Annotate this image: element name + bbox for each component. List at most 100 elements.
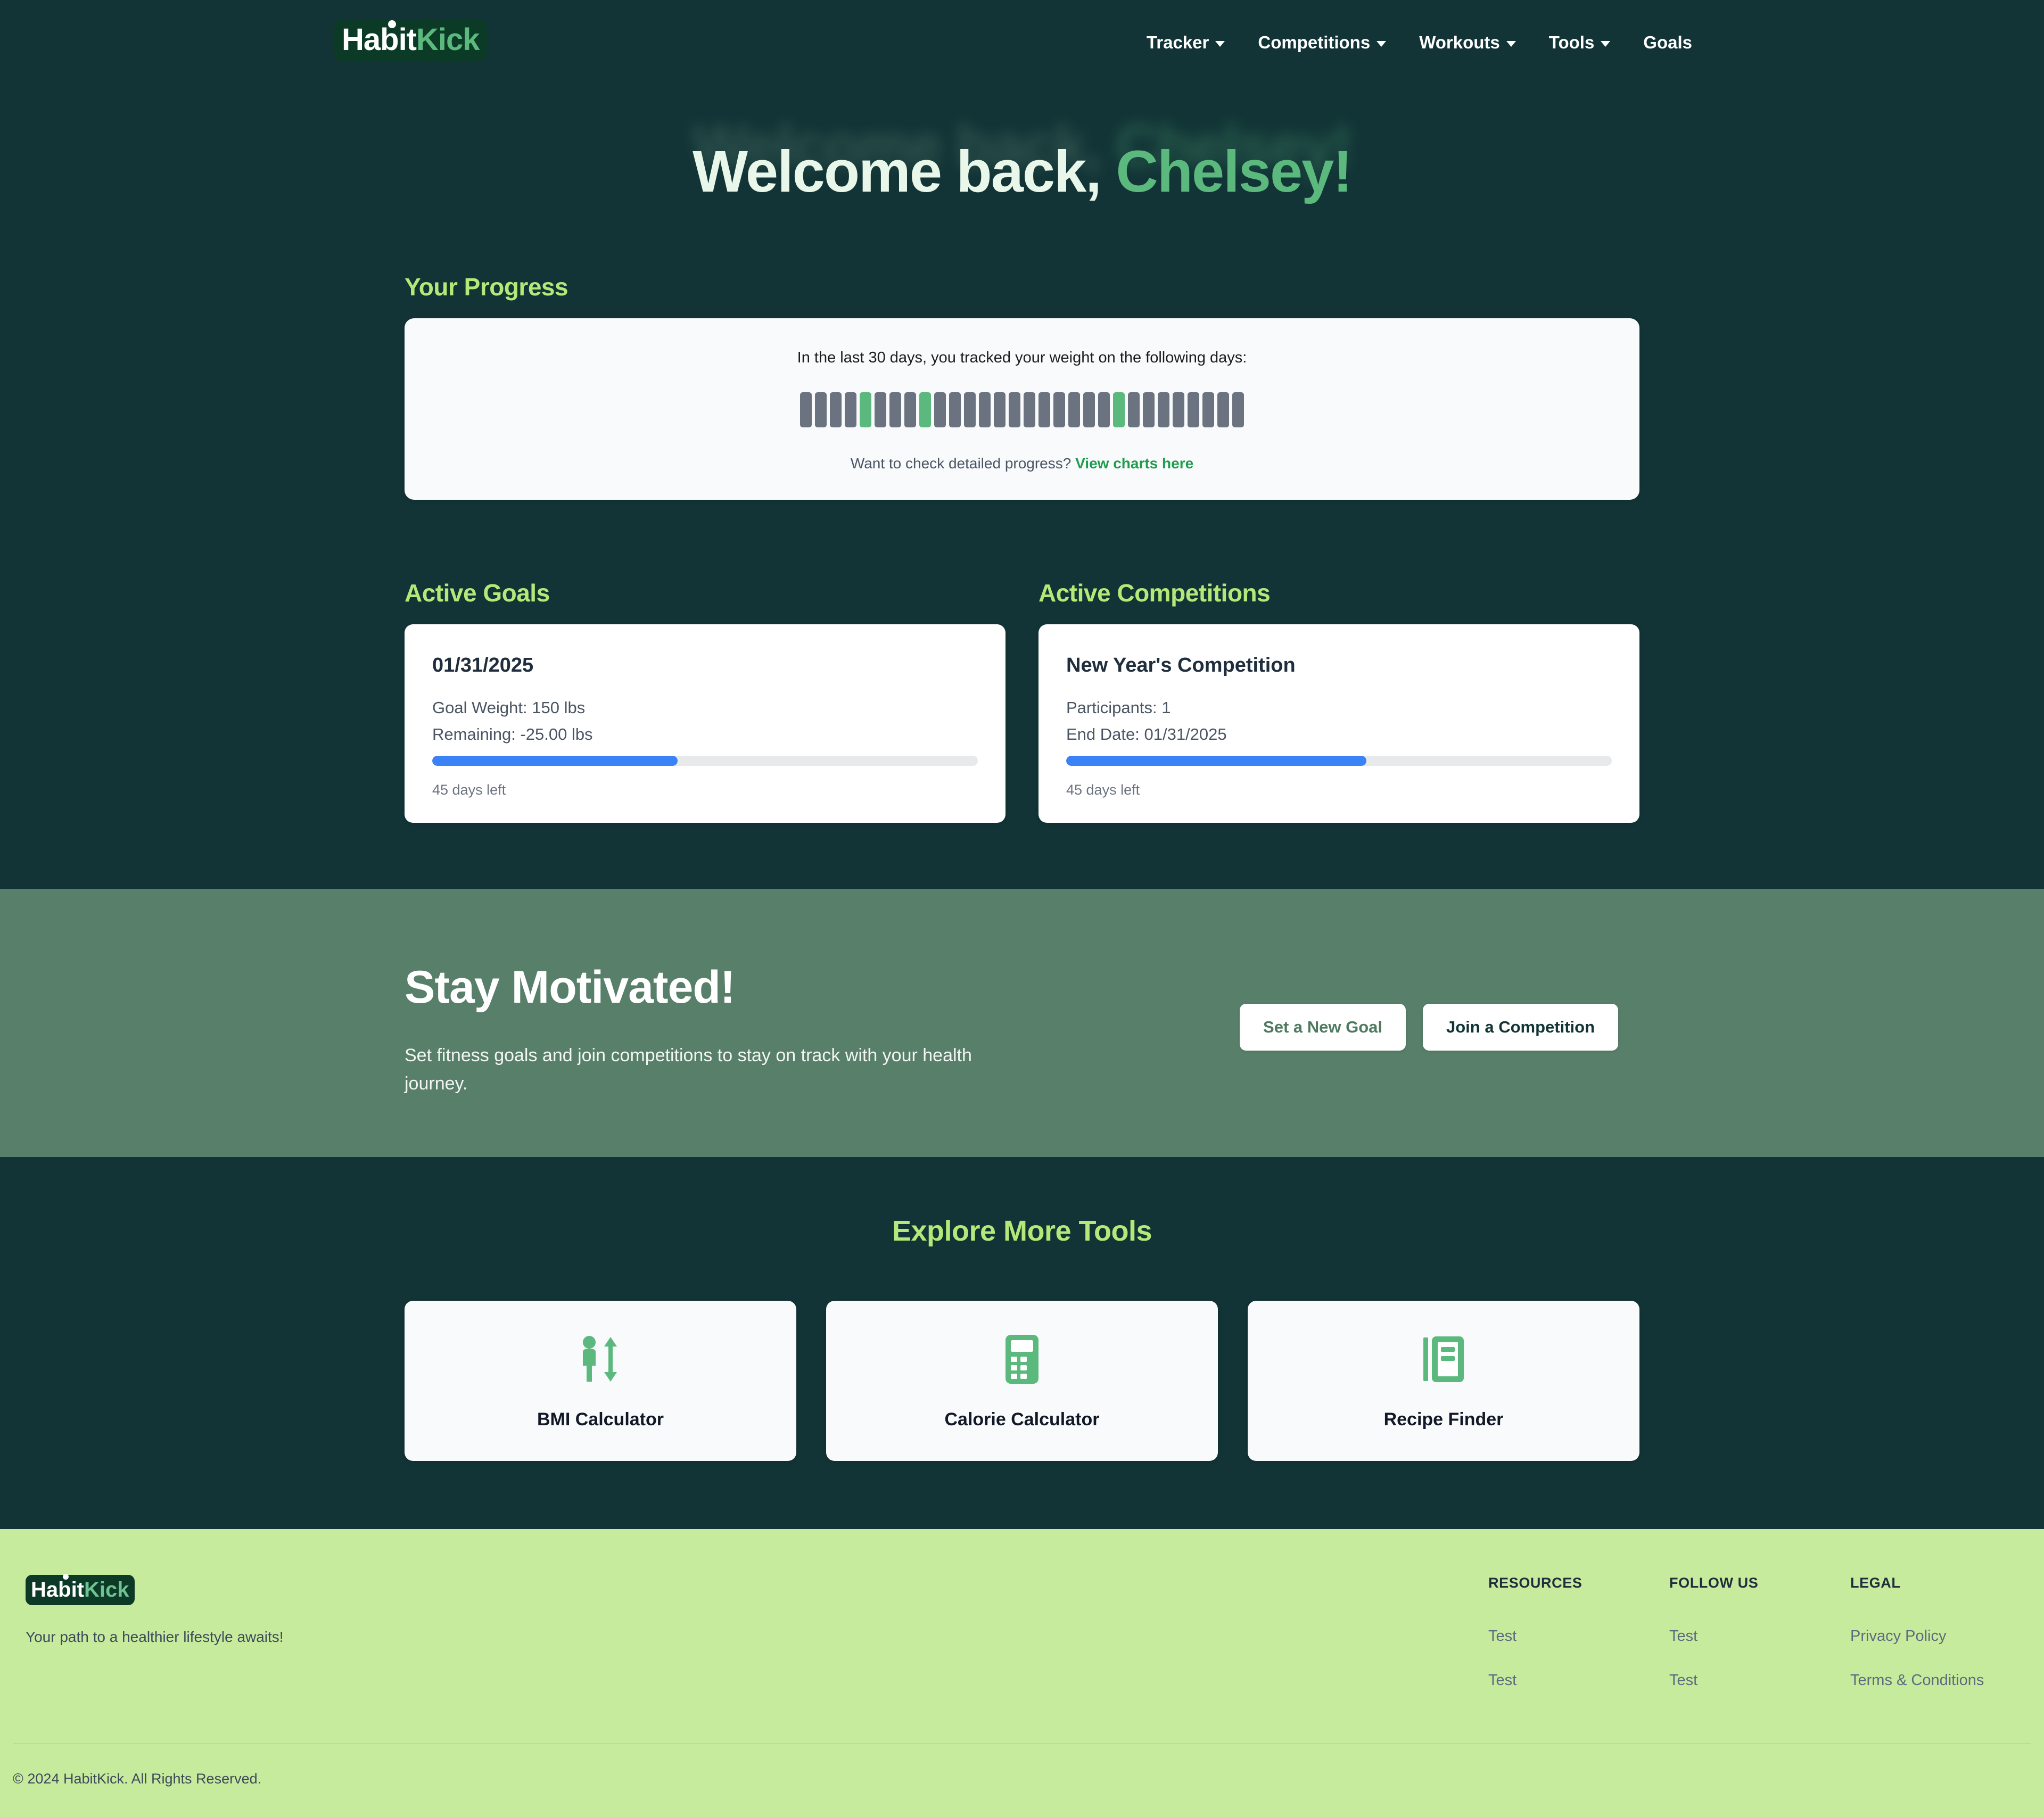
competition-card[interactable]: New Year's Competition Participants: 1 E… <box>1039 624 1639 823</box>
cards-row: Active Goals 01/31/2025 Goal Weight: 150… <box>405 500 1639 876</box>
progress-footer: Want to check detailed progress? View ch… <box>426 455 1618 472</box>
day-bar-untracked <box>889 392 901 427</box>
footer-column-follow-us: FOLLOW US Test Test <box>1669 1575 1850 1716</box>
nav-item-competitions[interactable]: Competitions <box>1241 32 1403 53</box>
chevron-down-icon <box>1215 40 1225 47</box>
day-bar-untracked <box>1128 392 1140 427</box>
footer-column-title: FOLLOW US <box>1669 1575 1759 1591</box>
day-bar-untracked <box>1098 392 1110 427</box>
view-charts-link[interactable]: View charts here <box>1075 455 1193 472</box>
day-bar-untracked <box>994 392 1005 427</box>
tool-label: Recipe Finder <box>1383 1409 1504 1430</box>
nav-item-label: Competitions <box>1258 32 1371 52</box>
progress-caption: In the last 30 days, you tracked your we… <box>797 349 1247 366</box>
join-competition-button[interactable]: Join a Competition <box>1423 1004 1618 1051</box>
header-logo[interactable]: HabitKick <box>334 19 487 62</box>
day-bar-untracked <box>845 392 856 427</box>
footer-logo-text-habit: Habit <box>31 1578 84 1602</box>
competition-card-title: New Year's Competition <box>1066 654 1296 676</box>
footer-link-privacy-policy[interactable]: Privacy Policy <box>1850 1628 2031 1645</box>
tools-heading: Explore More Tools <box>892 1215 1152 1248</box>
progress-footer-text: Want to check detailed progress? <box>850 455 1072 472</box>
weight-tracking-bar-strip <box>426 392 1618 427</box>
day-bar-tracked <box>919 392 931 427</box>
day-bar-untracked <box>1143 392 1155 427</box>
day-bar-tracked <box>1113 392 1125 427</box>
day-bar-untracked <box>979 392 991 427</box>
tool-card-recipe-finder[interactable]: Recipe Finder <box>1248 1301 1639 1461</box>
height-person-icon <box>415 1334 786 1385</box>
day-bar-untracked <box>1202 392 1214 427</box>
tool-label: BMI Calculator <box>537 1409 664 1430</box>
nav-links: Tracker Competitions Workouts Tools Goal… <box>1130 32 1709 53</box>
active-goals-column: Active Goals 01/31/2025 Goal Weight: 150… <box>405 579 1005 823</box>
day-bar-untracked <box>934 392 946 427</box>
active-competitions-heading: Active Competitions <box>1039 579 1271 607</box>
chevron-down-icon <box>1377 40 1387 47</box>
hero-greeting: Welcome back, <box>693 139 1102 204</box>
goal-progress-bar <box>432 756 978 766</box>
footer-link[interactable]: Test <box>1669 1628 1850 1645</box>
competition-progress-fill <box>1066 756 1366 766</box>
day-bar-tracked <box>860 392 871 427</box>
goal-card-title: 01/31/2025 <box>432 654 534 676</box>
tool-label: Calorie Calculator <box>944 1409 1100 1430</box>
footer-link[interactable]: Test <box>1488 1628 1669 1645</box>
tool-card-bmi-calculator[interactable]: BMI Calculator <box>405 1301 796 1461</box>
footer-link[interactable]: Test <box>1669 1672 1850 1689</box>
day-bar-untracked <box>1232 392 1244 427</box>
logo-dot-icon <box>388 20 396 28</box>
active-goals-heading: Active Goals <box>405 579 550 607</box>
page-title: Welcome back, Chelsey! <box>0 143 2044 201</box>
tool-card-calorie-calculator[interactable]: Calorie Calculator <box>826 1301 1218 1461</box>
calculator-icon <box>837 1334 1207 1385</box>
goal-card-remaining: Remaining: -25.00 lbs <box>432 725 593 744</box>
motivation-title: Stay Motivated! <box>405 962 736 1013</box>
goal-card-weight: Goal Weight: 150 lbs <box>432 698 586 717</box>
footer-logo[interactable]: HabitKick <box>26 1574 135 1606</box>
logo-text-habit: Habit <box>342 22 417 57</box>
day-bar-untracked <box>1188 392 1199 427</box>
day-bar-untracked <box>800 392 812 427</box>
day-bar-untracked <box>1217 392 1229 427</box>
motivation-section: Stay Motivated! Set fitness goals and jo… <box>0 889 2044 1158</box>
competition-end-date: End Date: 01/31/2025 <box>1066 725 1227 744</box>
nav-item-workouts[interactable]: Workouts <box>1403 32 1532 53</box>
set-new-goal-button[interactable]: Set a New Goal <box>1240 1004 1406 1051</box>
hero-section: Welcome back, Chelsey! Welcome back, Che… <box>0 85 2044 889</box>
footer-column-title: RESOURCES <box>1488 1575 1583 1591</box>
nav-item-goals[interactable]: Goals <box>1627 32 1709 53</box>
tools-section: Explore More Tools BMI Calculator Calori… <box>0 1157 2044 1530</box>
top-navigation-bar: HabitKick Tracker Competitions Workouts … <box>0 0 2044 85</box>
nav-item-label: Workouts <box>1419 32 1500 52</box>
footer-tagline: Your path to a healthier lifestyle await… <box>26 1629 284 1646</box>
competition-participants: Participants: 1 <box>1066 698 1171 717</box>
day-bar-untracked <box>904 392 916 427</box>
day-bar-untracked <box>875 392 886 427</box>
footer-logo-text-kick: Kick <box>84 1578 129 1602</box>
page-footer: HabitKick Your path to a healthier lifes… <box>0 1529 2044 1817</box>
day-bar-untracked <box>1173 392 1184 427</box>
goal-days-left: 45 days left <box>432 782 506 798</box>
goal-progress-fill <box>432 756 678 766</box>
day-bar-untracked <box>1039 392 1050 427</box>
footer-link[interactable]: Test <box>1488 1672 1669 1689</box>
day-bar-untracked <box>964 392 976 427</box>
nav-item-label: Tracker <box>1146 32 1209 52</box>
day-bar-untracked <box>1009 392 1020 427</box>
footer-column-legal: LEGAL Privacy Policy Terms & Conditions <box>1850 1575 2031 1716</box>
day-bar-untracked <box>1024 392 1035 427</box>
chevron-down-icon <box>1506 40 1516 47</box>
motivation-subtitle: Set fitness goals and join competitions … <box>405 1045 972 1094</box>
footer-link-terms-conditions[interactable]: Terms & Conditions <box>1850 1672 2031 1689</box>
day-bar-untracked <box>1158 392 1169 427</box>
footer-column-resources: RESOURCES Test Test <box>1488 1575 1669 1716</box>
nav-item-tools[interactable]: Tools <box>1532 32 1627 53</box>
goal-card[interactable]: 01/31/2025 Goal Weight: 150 lbs Remainin… <box>405 624 1005 823</box>
footer-column-title: LEGAL <box>1850 1575 1901 1591</box>
nav-item-tracker[interactable]: Tracker <box>1130 32 1241 53</box>
competition-days-left: 45 days left <box>1066 782 1140 798</box>
footer-copyright: © 2024 HabitKick. All Rights Reserved. <box>13 1771 262 1787</box>
day-bar-untracked <box>1053 392 1065 427</box>
progress-heading: Your Progress <box>405 273 568 301</box>
